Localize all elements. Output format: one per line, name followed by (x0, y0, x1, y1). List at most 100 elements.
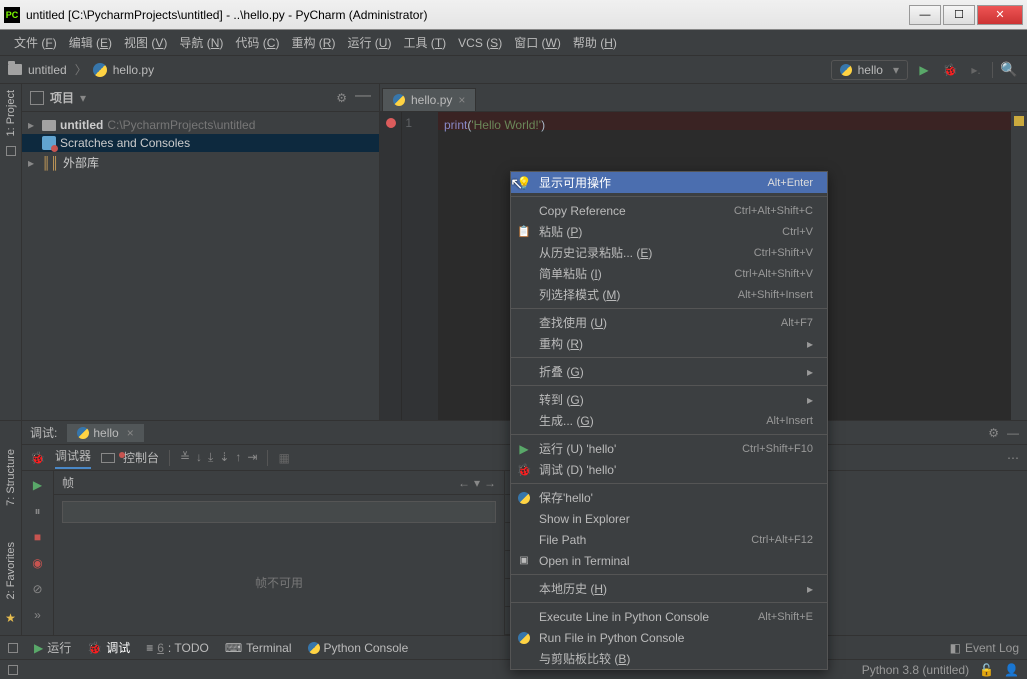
context-menu-item[interactable]: 💡显示可用操作Alt+Enter (511, 172, 827, 193)
menu-视图[interactable]: 视图 (V) (118, 32, 173, 53)
close-button[interactable]: ✕ (977, 5, 1023, 25)
debugger-tab[interactable]: 调试器 (55, 447, 91, 469)
terminal-tool-tab[interactable]: ⌨Terminal (225, 641, 292, 655)
menu-导航[interactable]: 导航 (N) (173, 32, 229, 53)
status-icon[interactable] (8, 665, 18, 675)
project-view-icon[interactable] (30, 91, 44, 105)
context-menu-item[interactable]: 生成... (G)Alt+Insert (511, 410, 827, 431)
step-into-button[interactable]: ↓ (196, 450, 202, 465)
breadcrumb-project[interactable]: untitled (26, 63, 69, 77)
menu-代码[interactable]: 代码 (C) (229, 32, 285, 53)
close-tab-icon[interactable]: × (458, 93, 465, 107)
menu-运行[interactable]: 运行 (U) (341, 32, 397, 53)
context-menu-item[interactable]: 🐞调试 (D) 'hello' (511, 459, 827, 480)
stop-button[interactable]: ■ (30, 529, 46, 545)
context-menu-item[interactable]: 保存'hello' (511, 487, 827, 508)
tool-tab-icon[interactable] (6, 146, 16, 156)
debug-hide-icon[interactable]: — (1007, 426, 1019, 440)
run-with-coverage-button[interactable]: ▸. (966, 60, 986, 80)
editor-error-strip[interactable] (1011, 112, 1027, 420)
tree-node-scratches[interactable]: Scratches and Consoles (22, 134, 379, 152)
project-tool-tab[interactable]: 1: Project (3, 84, 19, 142)
tree-node-project[interactable]: ▸ untitled C:\PycharmProjects\untitled (22, 116, 379, 134)
project-view-dropdown[interactable]: ▾ (80, 91, 86, 105)
context-menu-item[interactable]: 查找使用 (U)Alt+F7 (511, 312, 827, 333)
context-menu-item[interactable]: Execute Line in Python ConsoleAlt+Shift+… (511, 606, 827, 627)
structure-tool-tab[interactable]: 7: Structure (3, 441, 19, 514)
context-menu-item[interactable]: Copy ReferenceCtrl+Alt+Shift+C (511, 200, 827, 221)
context-menu-item[interactable]: 转到 (G)▸ (511, 389, 827, 410)
project-settings-icon[interactable] (336, 91, 347, 105)
project-hide-icon[interactable]: — (355, 91, 371, 105)
editor-line-gutter[interactable]: 1 (402, 112, 438, 420)
context-menu-item[interactable]: 本地历史 (H)▸ (511, 578, 827, 599)
menu-帮助[interactable]: 帮助 (H) (567, 32, 623, 53)
debug-settings-icon[interactable]: ⚙ (988, 426, 999, 440)
python-console-tool-tab[interactable]: Python Console (308, 641, 409, 655)
context-menu-label: 重构 (R) (539, 335, 583, 352)
expand-arrow-icon[interactable]: ▸ (28, 156, 38, 170)
context-menu-item[interactable]: 📋粘贴 (P)Ctrl+V (511, 221, 827, 242)
mute-breakpoints-button[interactable]: ⊘ (30, 581, 46, 597)
run-config-selector[interactable]: hello (831, 60, 908, 80)
next-frame-button[interactable]: → (484, 476, 496, 490)
favorites-tool-tab[interactable]: 2: Favorites (3, 534, 19, 607)
breadcrumb-file[interactable]: hello.py (111, 63, 156, 77)
menu-工具[interactable]: 工具 (T) (397, 32, 452, 53)
context-menu-item[interactable]: Show in Explorer (511, 508, 827, 529)
maximize-button[interactable]: ☐ (943, 5, 975, 25)
minimize-button[interactable]: — (909, 5, 941, 25)
run-button[interactable]: ▶ (914, 60, 934, 80)
context-menu-item[interactable]: ▣Open in Terminal (511, 550, 827, 571)
context-menu-item[interactable]: 折叠 (G)▸ (511, 361, 827, 382)
debug-button[interactable]: 🐞 (940, 60, 960, 80)
run-to-cursor-button[interactable]: ⇥ (247, 450, 257, 465)
run-tool-tab[interactable]: ▶运行 (34, 639, 71, 656)
frame-dropdown[interactable]: ▾ (474, 476, 480, 490)
tree-node-external-libs[interactable]: ▸ ║║ 外部库 (22, 152, 379, 173)
shortcut-label: Ctrl+Shift+F10 (742, 443, 813, 455)
more-button[interactable]: ⋯ (1007, 451, 1019, 465)
frames-pane: 帧 ← ▾ → 帧不可用 (54, 471, 505, 635)
console-tab[interactable]: 控制台 (101, 449, 159, 466)
context-menu-separator (511, 574, 827, 575)
editor-tab[interactable]: hello.py × (382, 88, 476, 111)
lock-icon[interactable]: 🔓 (979, 663, 994, 677)
context-menu-item[interactable]: 列选择模式 (M)Alt+Shift+Insert (511, 284, 827, 305)
menu-编辑[interactable]: 编辑 (E) (63, 32, 118, 53)
tool-window-quick-access[interactable] (8, 643, 18, 653)
force-step-button[interactable]: ⇣ (219, 450, 229, 465)
context-menu-item[interactable]: File PathCtrl+Alt+F12 (511, 529, 827, 550)
menu-VCS[interactable]: VCS (S) (452, 34, 508, 52)
context-menu-item[interactable]: 与剪贴板比较 (B) (511, 648, 827, 669)
context-menu-item[interactable]: 简单粘贴 (I)Ctrl+Alt+Shift+V (511, 263, 827, 284)
prev-frame-button[interactable]: ← (458, 476, 470, 490)
pause-button[interactable]: ⏸ (30, 503, 46, 519)
menu-窗口[interactable]: 窗口 (W) (508, 32, 567, 53)
event-log-tab[interactable]: ◧Event Log (950, 641, 1019, 655)
step-over-button[interactable]: ≚ (180, 450, 190, 465)
resume-button[interactable]: ▶ (30, 477, 46, 493)
context-menu-item[interactable]: Run File in Python Console (511, 627, 827, 648)
expand-arrow-icon[interactable]: ▸ (28, 118, 38, 132)
menu-文件[interactable]: 文件 (F) (8, 32, 63, 53)
evaluate-expression-button[interactable]: ▦ (278, 451, 289, 465)
debug-session-tab[interactable]: hello × (67, 424, 143, 442)
step-into-my-button[interactable]: ⤓ (208, 450, 213, 465)
close-tab-icon[interactable]: × (127, 426, 134, 440)
context-menu-item[interactable]: 从历史记录粘贴... (E)Ctrl+Shift+V (511, 242, 827, 263)
debug-tool-tab[interactable]: 🐞调试 (87, 639, 130, 656)
shortcut-label: Ctrl+Alt+Shift+V (734, 268, 813, 280)
frames-filter-input[interactable] (62, 501, 496, 523)
debug-settings-button[interactable]: » (30, 607, 46, 623)
view-breakpoints-button[interactable]: ◉ (30, 555, 46, 571)
interpreter-status[interactable]: Python 3.8 (untitled) (862, 663, 969, 677)
todo-tool-tab[interactable]: ≡6: TODO (146, 641, 209, 655)
context-menu-item[interactable]: ▶运行 (U) 'hello'Ctrl+Shift+F10 (511, 438, 827, 459)
menu-重构[interactable]: 重构 (R) (285, 32, 341, 53)
search-everywhere-button[interactable]: 🔍 (999, 60, 1019, 80)
context-menu-item[interactable]: 重构 (R)▸ (511, 333, 827, 354)
hector-icon[interactable]: 👤 (1004, 663, 1019, 677)
warning-marker-icon[interactable] (1014, 116, 1024, 126)
step-out-button[interactable]: ↑ (235, 450, 241, 465)
